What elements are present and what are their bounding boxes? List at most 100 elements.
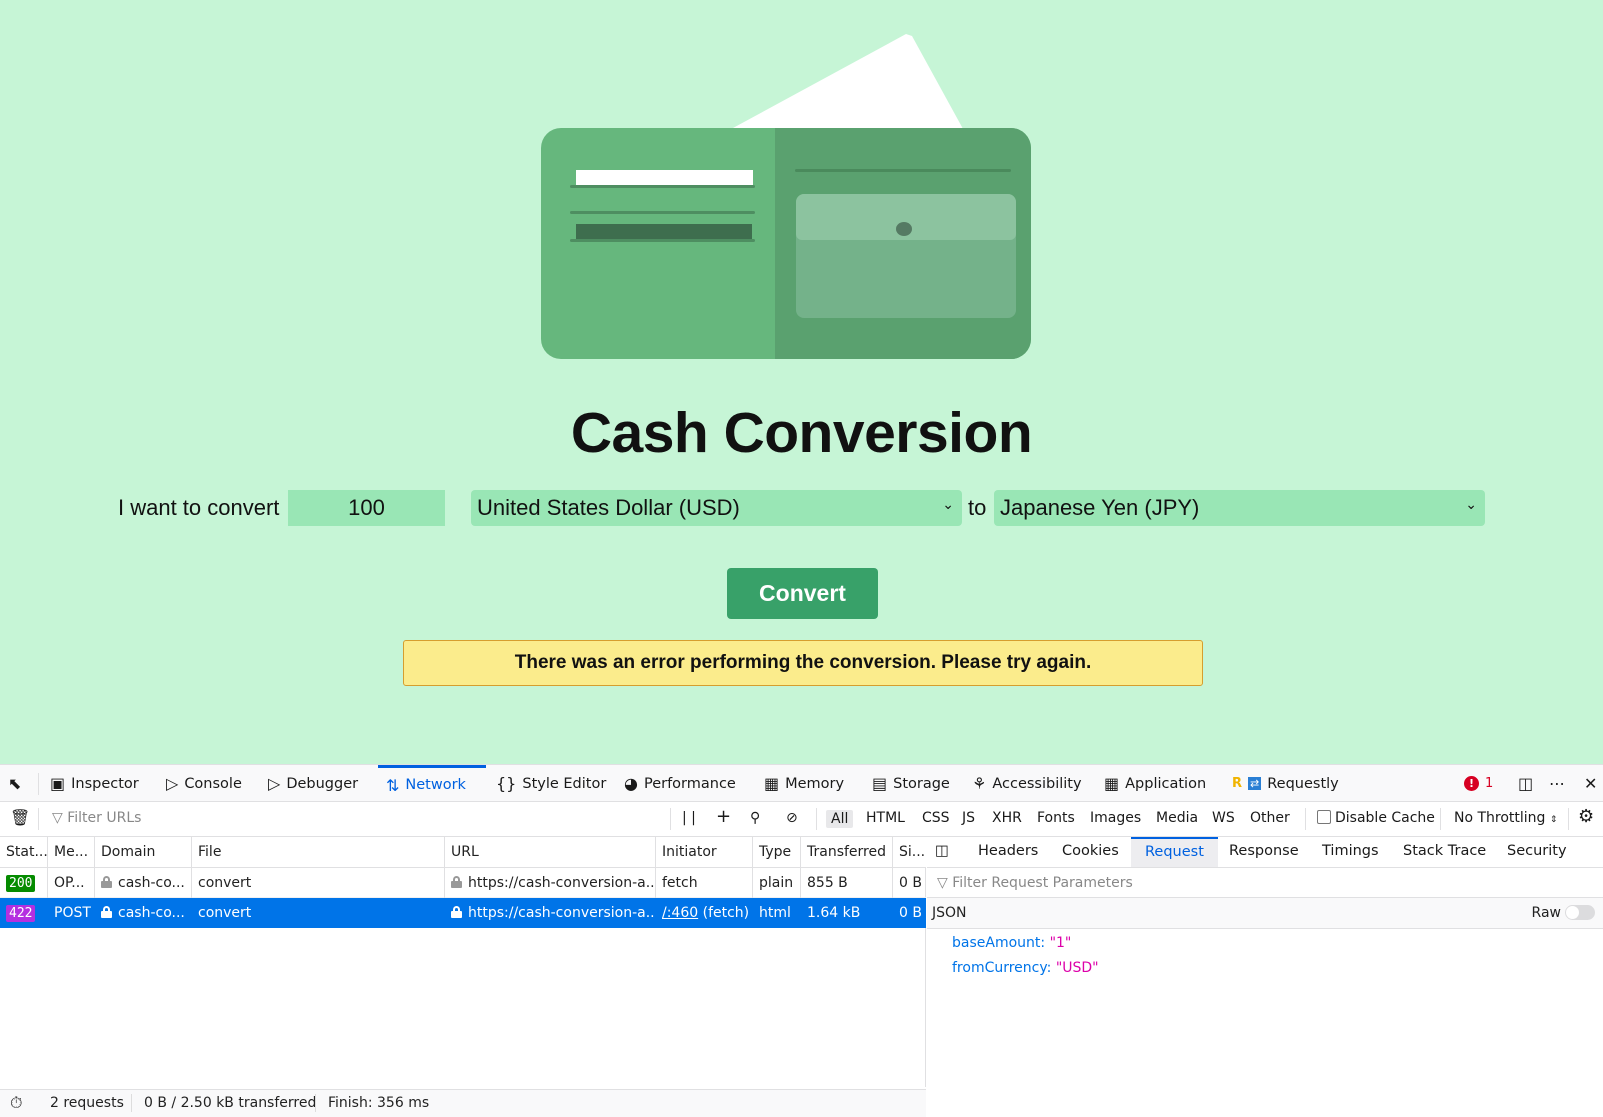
method-cell: POST (48, 898, 95, 928)
toggle-switch[interactable] (1565, 905, 1595, 920)
debugger-icon: ▷ (268, 774, 281, 793)
element-picker-button[interactable]: ⬉ (8, 765, 21, 802)
initiator-link[interactable]: /:460 (662, 905, 698, 921)
detail-tab-headers[interactable]: Headers (964, 837, 1052, 867)
gauge-icon: ◕ (624, 774, 638, 793)
size-cell: 0 B (899, 875, 922, 891)
filter-type-media[interactable]: Media (1156, 810, 1198, 826)
filter-request-params-input[interactable]: ▽ Filter Request Parameters (927, 868, 1603, 898)
from-currency-select[interactable]: United States Dollar (USD) ⌄ (471, 490, 962, 526)
checkbox-icon (1317, 810, 1331, 824)
detail-tab-cookies[interactable]: Cookies (1048, 837, 1133, 867)
error-count-button[interactable]: ! 1 (1464, 765, 1493, 802)
tab-label: Storage (893, 775, 950, 792)
throttling-select[interactable]: No Throttling ⇕ (1454, 810, 1557, 826)
column-header-size[interactable]: Si... (893, 837, 926, 867)
tab-storage[interactable]: ▤ Storage (872, 765, 950, 802)
amount-input[interactable] (288, 490, 445, 526)
column-header-type[interactable]: Type (753, 837, 801, 867)
detail-tab-stack-trace[interactable]: Stack Trace (1389, 837, 1500, 867)
tab-debugger[interactable]: ▷ Debugger (268, 765, 358, 802)
column-header-file[interactable]: File (192, 837, 445, 867)
tab-label: Console (184, 775, 242, 792)
domain-cell: cash-co... (95, 898, 192, 928)
detail-tab-response[interactable]: Response (1215, 837, 1313, 867)
card-slot-white (576, 170, 753, 186)
convert-prefix-label: I want to convert (118, 495, 280, 520)
tab-performance[interactable]: ◕ Performance (624, 765, 736, 802)
transferred-summary: 0 B / 2.50 kB transferred (144, 1095, 317, 1111)
filter-type-ws[interactable]: WS (1212, 810, 1235, 826)
column-header-transferred[interactable]: Transferred (801, 837, 893, 867)
tab-network[interactable]: ⇅ Network (378, 765, 486, 802)
tab-accessibility[interactable]: ⚘ Accessibility (972, 765, 1082, 802)
clear-requests-button[interactable]: 🗑 (10, 808, 30, 827)
domain-text: cash-co... (118, 905, 185, 921)
page-title: Cash Conversion (570, 401, 1033, 465)
toggle-sidebar-button[interactable]: ◫ (927, 837, 957, 867)
size-cell: 0 B (899, 905, 922, 921)
filter-icon: ▽ (52, 810, 68, 826)
pause-button[interactable]: | | (682, 810, 696, 826)
more-options-button[interactable]: ⋯ (1549, 765, 1565, 802)
to-currency-select[interactable]: Japanese Yen (JPY) ⌄ (994, 490, 1485, 526)
filter-type-html[interactable]: HTML (866, 810, 905, 826)
lock-icon (451, 876, 462, 888)
disable-cache-label: Disable Cache (1335, 810, 1435, 826)
element-picker-icon: ⬉ (8, 774, 22, 793)
stopwatch-icon: ⏱ (10, 1093, 23, 1112)
transferred-cell: 1.64 kB (801, 898, 893, 928)
filter-type-css[interactable]: CSS (922, 810, 950, 826)
error-message: There was an error performing the conver… (403, 640, 1203, 686)
column-header-initiator[interactable]: Initiator (656, 837, 753, 867)
error-count: 1 (1485, 776, 1494, 791)
tab-inspector[interactable]: ▣ Inspector (50, 765, 139, 802)
disable-cache-checkbox[interactable]: Disable Cache (1317, 810, 1435, 826)
param-value: "USD" (1055, 960, 1099, 976)
filter-urls-input[interactable]: ▽ Filter URLs (52, 810, 141, 826)
convert-button[interactable]: Convert (727, 568, 878, 619)
braces-icon: {} (496, 774, 517, 793)
add-button[interactable]: + (716, 806, 731, 827)
finish-time: Finish: 356 ms (328, 1095, 430, 1111)
block-button[interactable]: ⊘ (786, 810, 798, 826)
filter-type-images[interactable]: Images (1090, 810, 1141, 826)
divider (315, 1094, 316, 1112)
json-section-header[interactable]: JSON Raw (927, 898, 1603, 929)
tab-requestly[interactable]: R ⇄ Requestly (1232, 765, 1339, 802)
sidebar-toggle-icon: ◫ (935, 843, 949, 859)
type-cell: plain (753, 868, 801, 898)
column-header-status[interactable]: Stat... (0, 837, 48, 867)
tab-console[interactable]: ▷ Console (166, 765, 242, 802)
tab-label: Application (1125, 775, 1207, 792)
filter-type-fonts[interactable]: Fonts (1037, 810, 1075, 826)
tab-memory[interactable]: ▦ Memory (764, 765, 844, 802)
settings-button[interactable]: ⚙ (1578, 806, 1594, 827)
close-devtools-button[interactable]: ✕ (1584, 765, 1597, 802)
dock-button[interactable]: ◫ (1518, 765, 1533, 802)
detail-tab-request[interactable]: Request (1131, 837, 1218, 867)
filter-type-xhr[interactable]: XHR (992, 810, 1022, 826)
table-row-selected[interactable]: 422 POST cash-co... convert https://cash… (0, 898, 926, 928)
storage-icon: ▤ (872, 774, 888, 793)
filter-type-all[interactable]: All (826, 810, 854, 828)
filter-type-js[interactable]: JS (962, 810, 975, 826)
console-icon: ▷ (166, 774, 179, 793)
raw-toggle[interactable]: Raw (1532, 898, 1595, 928)
table-header: Stat... Me... Domain File URL Initiator … (0, 837, 926, 868)
column-header-method[interactable]: Me... (48, 837, 95, 867)
tab-label: Performance (643, 775, 736, 792)
detail-tab-security[interactable]: Security (1493, 837, 1581, 867)
column-header-url[interactable]: URL (445, 837, 656, 867)
filter-type-other[interactable]: Other (1250, 810, 1290, 826)
tab-style-editor[interactable]: {} Style Editor (496, 765, 606, 802)
tab-label: Requestly (1267, 775, 1339, 792)
detail-tab-timings[interactable]: Timings (1308, 837, 1393, 867)
tab-application[interactable]: ▦ Application (1104, 765, 1206, 802)
chevron-down-icon: ⌄ (1465, 496, 1477, 512)
search-button[interactable]: ⚲ (750, 810, 760, 826)
pocket-button (896, 222, 912, 236)
column-header-domain[interactable]: Domain (95, 837, 192, 867)
table-row[interactable]: 200 OP... cash-co... convert https://cas… (0, 868, 926, 898)
tab-label: Inspector (71, 775, 139, 792)
